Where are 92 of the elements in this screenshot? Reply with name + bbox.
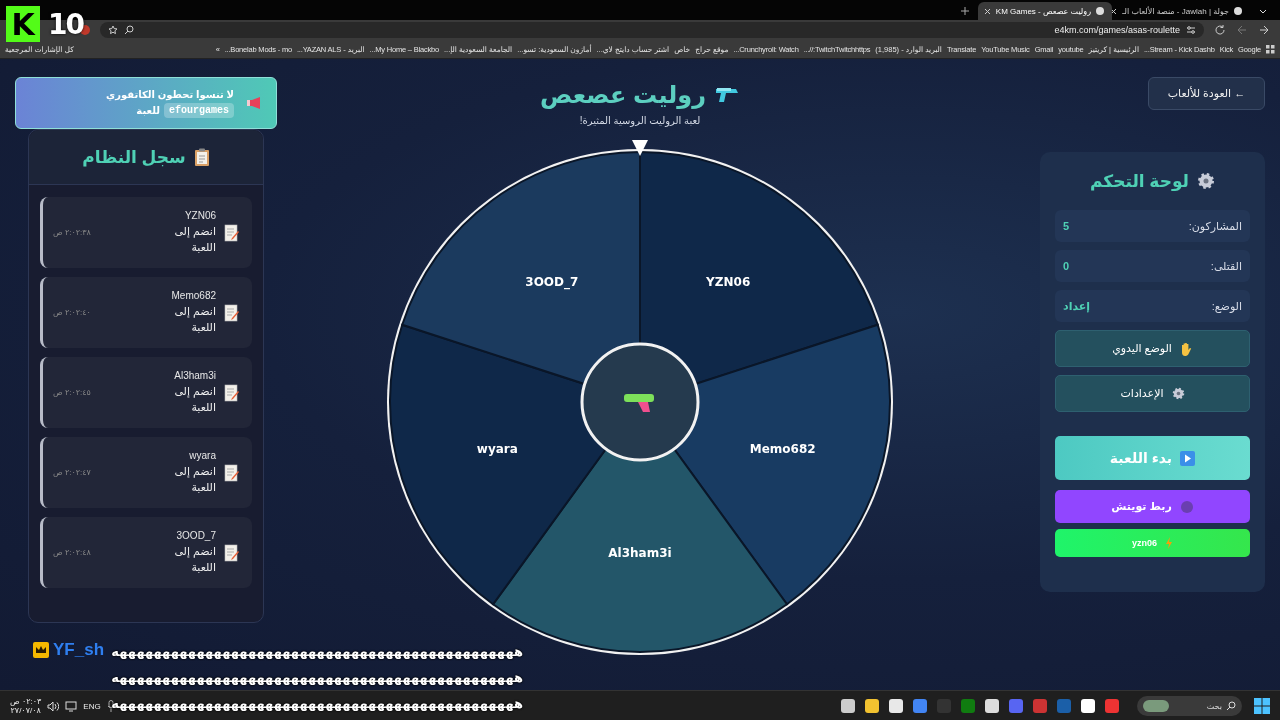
gear-icon <box>1197 172 1215 190</box>
document-pencil-icon <box>224 463 240 482</box>
megaphone-icon <box>246 96 262 110</box>
log-time: ٢:٠٢:٣٨ ص <box>53 228 91 237</box>
panel-title: لوحة التحكم <box>1090 170 1189 192</box>
zoom-icon[interactable] <box>124 25 134 35</box>
game-title: روليت عصعص <box>540 81 706 109</box>
log-time: ٢:٠٢:٤٧ ص <box>53 468 91 477</box>
gear-icon <box>1171 387 1185 400</box>
lightning-icon <box>1165 537 1173 549</box>
slice-label: YZN06 <box>706 274 751 289</box>
stat-value: 0 <box>1063 260 1070 272</box>
chat-username: YF_sh <box>53 640 105 660</box>
site-favicon-icon <box>1096 7 1104 15</box>
taskbar-app-icon[interactable] <box>1081 699 1095 713</box>
close-icon[interactable] <box>983 7 991 15</box>
taskbar-app-icon[interactable] <box>1057 699 1071 713</box>
network-icon[interactable] <box>65 700 78 712</box>
stat-label: القتلى: <box>1210 259 1242 273</box>
taskbar-search-field[interactable]: بحث <box>1137 696 1242 716</box>
taskbar-app-icon[interactable] <box>865 699 879 713</box>
site-info-icon[interactable] <box>1186 25 1196 35</box>
document-pencil-icon <box>224 383 240 402</box>
bookmark-star-icon[interactable] <box>108 25 118 35</box>
crown-icon <box>33 642 49 658</box>
stat-label: المشاركون: <box>1188 219 1242 233</box>
stream-logo: K <box>6 6 40 42</box>
control-button[interactable]: ربط تويتش <box>1055 490 1250 523</box>
player-name: Memo682 <box>170 289 216 301</box>
log-time: ٢:٠٢:٤٥ ص <box>53 388 91 397</box>
clipboard-icon <box>193 148 210 166</box>
taskbar-app-icon[interactable] <box>985 699 999 713</box>
chat-message: هههههههههههههههههههههههههههههههههههههههههههههههه <box>111 695 523 713</box>
slice-label: wyara <box>476 442 518 457</box>
water-gun-icon <box>624 394 654 412</box>
address-bar[interactable]: e4km.com/games/asas-roulette <box>100 22 1204 38</box>
document-pencil-icon <box>224 303 240 322</box>
taskbar-app-icon[interactable] <box>913 699 927 713</box>
clock-time[interactable]: ٠٢:٠٣ ص <box>10 697 42 706</box>
search-highlight-picture <box>1143 700 1169 712</box>
taskbar-app-icon[interactable] <box>1105 699 1119 713</box>
player-name: YZN06 <box>183 209 216 221</box>
taskbar-app-icon[interactable] <box>1009 699 1023 713</box>
chat-message: هههههههههههههههههههههههههههههههههههههههههههههههه <box>111 669 523 687</box>
category-code: efourgames <box>164 102 234 118</box>
log-message: انضم إلى اللعبة <box>173 223 216 255</box>
back-to-games-button[interactable]: ← العودة للألعاب <box>1148 77 1265 110</box>
forward-icon[interactable] <box>1258 24 1270 36</box>
status-dot-icon <box>1179 499 1194 514</box>
clock-date[interactable]: ٢٧/٠٧/٠٨ <box>10 706 41 715</box>
volume-icon[interactable] <box>47 700 60 712</box>
log-time: ٢:٠٢:٤٠ ص <box>53 308 91 317</box>
language-indicator[interactable]: ENG <box>83 701 101 711</box>
game-subtitle: لعبة الروليت الروسية المثيرة! <box>579 115 701 126</box>
chat-message: هههههههههههههههههههههههههههههههههههههههههههههههه <box>111 643 523 661</box>
slice-label: Memo682 <box>749 442 816 457</box>
search-icon <box>1226 701 1236 711</box>
windows-start-icon[interactable] <box>1254 698 1270 714</box>
site-favicon-icon <box>1234 7 1242 15</box>
slice-label: Al3ham3i <box>608 546 672 560</box>
player-name: wyara <box>188 449 216 461</box>
taskbar-app-icon[interactable] <box>841 699 855 713</box>
announcement-text: لا تنسوا تحطون الكاتقوري <box>106 88 234 100</box>
stat-value: إعداد <box>1063 299 1091 313</box>
taskbar-app-icon[interactable] <box>961 699 975 713</box>
document-pencil-icon <box>224 543 240 562</box>
water-gun-icon <box>713 85 740 105</box>
hand-icon <box>1179 341 1193 356</box>
browser-tab[interactable]: روليت عصعص - KM Games <box>978 2 1112 20</box>
log-message: انضم إلى اللعبة <box>173 303 216 335</box>
log-message: انضم إلى اللعبة <box>173 383 216 415</box>
announcement-text: للعبة <box>136 104 160 116</box>
taskbar-app-icon[interactable] <box>1033 699 1047 713</box>
play-icon <box>1180 450 1196 466</box>
apps-icon[interactable] <box>1266 44 1275 54</box>
reload-icon[interactable] <box>1214 24 1226 36</box>
control-button[interactable]: الوضع اليدوي <box>1055 330 1250 367</box>
document-pencil-icon <box>224 223 240 242</box>
log-time: ٢:٠٢:٤٨ ص <box>53 548 91 557</box>
log-message: انضم إلى اللعبة <box>173 543 216 575</box>
player-name: 3OOD_7 <box>175 529 216 541</box>
stat-value: 5 <box>1063 220 1070 232</box>
log-message: انضم إلى اللعبة <box>173 463 216 495</box>
slice-label: 3OOD_7 <box>525 274 579 289</box>
player-name: Al3ham3i <box>173 369 216 381</box>
taskbar-app-icon[interactable] <box>889 699 903 713</box>
log-title: سجل النظام <box>82 146 186 168</box>
back-icon[interactable] <box>1236 24 1248 36</box>
viewer-count: 10 <box>48 7 83 41</box>
stat-label: الوضع: <box>1211 299 1242 313</box>
control-button[interactable]: الإعدادات <box>1055 375 1250 412</box>
wheel-pointer <box>632 140 648 156</box>
